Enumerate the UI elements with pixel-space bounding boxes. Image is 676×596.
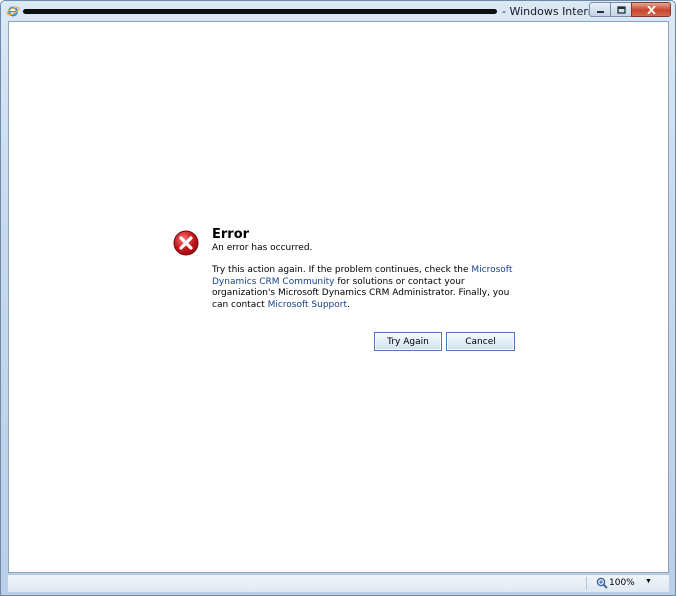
error-message: Try this action again. If the problem co… (212, 265, 522, 311)
zoom-dropdown-arrow[interactable]: ▼ (645, 578, 652, 585)
maximize-icon (616, 5, 626, 14)
page-content: Error An error has occurred. Try this ac… (8, 21, 669, 573)
zoom-level[interactable]: 100% (609, 578, 635, 588)
error-subtitle: An error has occurred. (212, 243, 313, 253)
maximize-button[interactable] (610, 2, 632, 17)
status-divider (586, 577, 587, 590)
microsoft-support-link[interactable]: Microsoft Support (268, 300, 347, 310)
error-message-text: . (346, 299, 350, 310)
title-bar[interactable]: - Windows Interne... (1, 1, 675, 21)
try-again-button[interactable]: Try Again (374, 332, 442, 351)
status-bar: 100% ▼ (8, 574, 669, 592)
close-icon (646, 5, 656, 14)
cancel-button[interactable]: Cancel (446, 332, 515, 351)
error-x-icon (173, 230, 199, 256)
minimize-button[interactable] (589, 2, 611, 17)
redacted-url (23, 9, 497, 14)
internet-explorer-icon (6, 6, 20, 17)
error-title: Error (212, 227, 250, 242)
browser-window: - Windows Interne... Error An error has … (0, 0, 676, 596)
minimize-icon (596, 10, 604, 13)
caption-buttons (589, 2, 671, 18)
zoom-icon[interactable] (596, 577, 608, 589)
close-button[interactable] (631, 2, 671, 17)
error-message-text: Try this action again. If the problem co… (212, 265, 472, 275)
